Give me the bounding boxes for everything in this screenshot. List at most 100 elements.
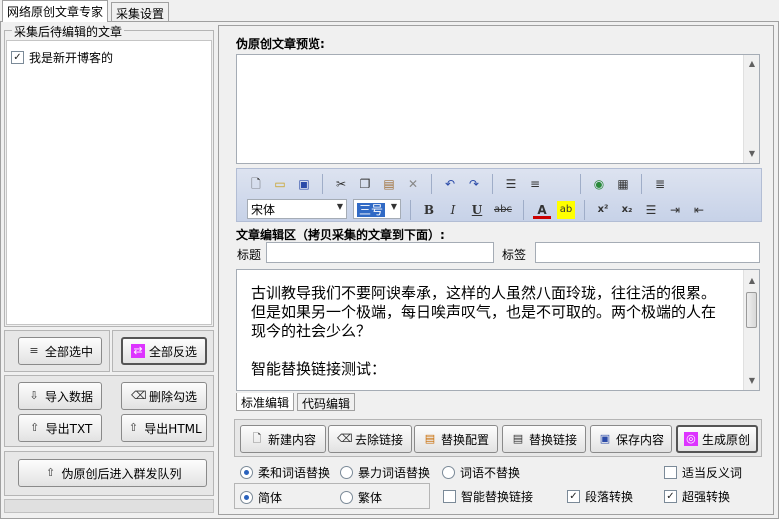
select-all-button[interactable]: ≡ 全部选中 (18, 337, 102, 365)
export-txt-button[interactable]: ⇧ 导出TXT (18, 414, 102, 442)
tab-standard-edit[interactable]: 标准编辑 (236, 393, 295, 411)
config-icon: ▤ (424, 432, 436, 445)
toolbar-row-1: 🗋 ▭ ▣ ✂ ❐ ▤ ✕ ↶ ↷ ☰ ≡ ◉ ▦ ≣ (237, 171, 761, 197)
checkbox-icon (443, 490, 456, 503)
delete-checked-button[interactable]: ⌫ 删除勾选 (121, 382, 207, 410)
tab-article-expert[interactable]: 网络原创文章专家 (2, 0, 109, 22)
toolbar-separator (641, 174, 642, 194)
super-checkbox[interactable]: ✓ 超强转换 (664, 488, 730, 505)
tags-label: 标签 (502, 248, 527, 262)
subscript-icon[interactable]: x₂ (618, 201, 636, 219)
list-item[interactable]: ✓ 我是新开博客的 (11, 49, 113, 66)
select-all-icon[interactable]: ≣ (651, 175, 669, 193)
charset-simplified-radio[interactable]: 简体 (240, 489, 282, 506)
align-justify-icon[interactable]: ☰ (502, 175, 520, 193)
save-icon[interactable]: ▣ (295, 175, 313, 193)
copy-icon[interactable]: ❐ (356, 175, 374, 193)
checkbox-checked-icon: ✓ (664, 490, 677, 503)
checkbox-checked-icon[interactable]: ✓ (11, 51, 24, 64)
mode-force-label: 暴力词语替换 (358, 466, 431, 480)
article-list[interactable]: ✓ 我是新开博客的 (6, 40, 212, 325)
toolbar-separator (322, 174, 323, 194)
smart-link-label: 智能替换链接 (461, 490, 534, 504)
bold-icon[interactable]: B (420, 201, 438, 219)
preview-scrollbar[interactable]: ▲ ▼ (743, 55, 759, 163)
antonym-label: 适当反义词 (682, 466, 743, 480)
eraser-icon: ⌫ (336, 432, 353, 445)
paste-icon[interactable]: ▤ (380, 175, 398, 193)
export-icon: ⇧ (30, 421, 40, 434)
content-scrollbar[interactable]: ▲ ▼ (743, 270, 759, 390)
superscript-icon[interactable]: x² (594, 201, 612, 219)
save-content-label: 保存内容 (615, 432, 664, 447)
export-html-label: 导出HTML (144, 421, 202, 436)
tags-input[interactable] (535, 242, 760, 263)
toolbar-separator (584, 200, 585, 220)
scroll-up-icon[interactable]: ▲ (744, 274, 759, 288)
queue-button[interactable]: ⇧ 伪原创后进入群发队列 (18, 459, 207, 487)
table-icon[interactable]: ▦ (614, 175, 632, 193)
mode-none-label: 词语不替换 (460, 466, 521, 480)
replace-config-button[interactable]: ▤ 替换配置 (414, 425, 498, 453)
underline-icon[interactable]: U (468, 201, 486, 219)
radio-selected-icon (240, 491, 253, 504)
generate-original-button[interactable]: ◎ 生成原创 (676, 425, 758, 453)
tab-collect-settings[interactable]: 采集设置 (111, 2, 170, 22)
save-icon: ▣ (599, 432, 611, 445)
scroll-up-icon[interactable]: ▲ (744, 57, 760, 71)
redo-icon[interactable]: ↷ (465, 175, 483, 193)
font-color-icon[interactable]: A (533, 201, 551, 219)
article-list-title: 采集后待编辑的文章 (12, 23, 125, 40)
import-data-button[interactable]: ⇩ 导入数据 (18, 382, 102, 410)
outdent-icon[interactable]: ⇤ (690, 201, 708, 219)
new-doc-icon[interactable]: 🗋 (247, 175, 265, 193)
replace-links-button[interactable]: ▤ 替换链接 (502, 425, 586, 453)
undo-icon[interactable]: ↶ (441, 175, 459, 193)
open-folder-icon[interactable]: ▭ (271, 175, 289, 193)
font-name-select[interactable]: 宋体 ▼ (247, 199, 347, 219)
toolbar-separator (580, 174, 581, 194)
delete-icon[interactable]: ✕ (404, 175, 422, 193)
charset-traditional-radio[interactable]: 繁体 (340, 489, 382, 506)
strikethrough-icon[interactable]: abc (492, 201, 514, 219)
antonym-checkbox[interactable]: 适当反义词 (664, 464, 742, 481)
preview-textarea[interactable]: ▲ ▼ (236, 54, 760, 164)
italic-icon[interactable]: I (444, 201, 462, 219)
radio-icon (340, 491, 353, 504)
numbered-list-icon[interactable]: ☰ (642, 201, 660, 219)
cut-icon[interactable]: ✂ (332, 175, 350, 193)
toolbar-separator (492, 174, 493, 194)
toolbar-separator (410, 200, 411, 220)
export-html-button[interactable]: ⇧ 导出HTML (121, 414, 207, 442)
paragraph-checkbox[interactable]: ✓ 段落转换 (567, 488, 633, 505)
remove-links-button[interactable]: ⌫ 去除链接 (328, 425, 412, 453)
tab-code-edit[interactable]: 代码编辑 (297, 393, 356, 411)
save-content-button[interactable]: ▣ 保存内容 (590, 425, 672, 453)
content-editor[interactable]: 古训教导我们不要阿谀奉承，这样的人虽然八面玲珑，往往活的很累。但是如果另一个极端… (236, 269, 760, 391)
smart-link-checkbox[interactable]: 智能替换链接 (443, 488, 533, 505)
scroll-down-icon[interactable]: ▼ (744, 374, 759, 388)
font-size-select[interactable]: 三号 ▼ (353, 199, 401, 219)
invert-all-button[interactable]: ⇄ 全部反选 (121, 337, 207, 365)
indent-icon[interactable]: ⇥ (666, 201, 684, 219)
invert-icon: ⇄ (130, 344, 145, 358)
scroll-thumb[interactable] (746, 292, 757, 328)
link-globe-icon[interactable]: ◉ (590, 175, 608, 193)
new-content-button[interactable]: 🗋 新建内容 (240, 425, 326, 453)
remove-links-label: 去除链接 (354, 432, 403, 447)
scroll-down-icon[interactable]: ▼ (744, 147, 760, 161)
generate-original-label: 生成原创 (701, 432, 750, 447)
charset-traditional-label: 繁体 (358, 491, 383, 505)
document-icon: ▤ (512, 432, 524, 445)
list-item-label: 我是新开博客的 (29, 51, 114, 65)
align-left-icon[interactable]: ≡ (526, 175, 544, 193)
title-input[interactable] (266, 242, 494, 263)
highlight-icon[interactable]: ab (557, 201, 575, 219)
delete-checked-label: 删除勾选 (148, 389, 197, 404)
charset-simplified-label: 简体 (258, 491, 283, 505)
font-name-value: 宋体 (251, 203, 276, 217)
mode-none-radio[interactable]: 词语不替换 (442, 464, 520, 481)
mode-soft-radio[interactable]: 柔和词语替换 (240, 464, 330, 481)
radio-icon (442, 466, 455, 479)
mode-force-radio[interactable]: 暴力词语替换 (340, 464, 430, 481)
